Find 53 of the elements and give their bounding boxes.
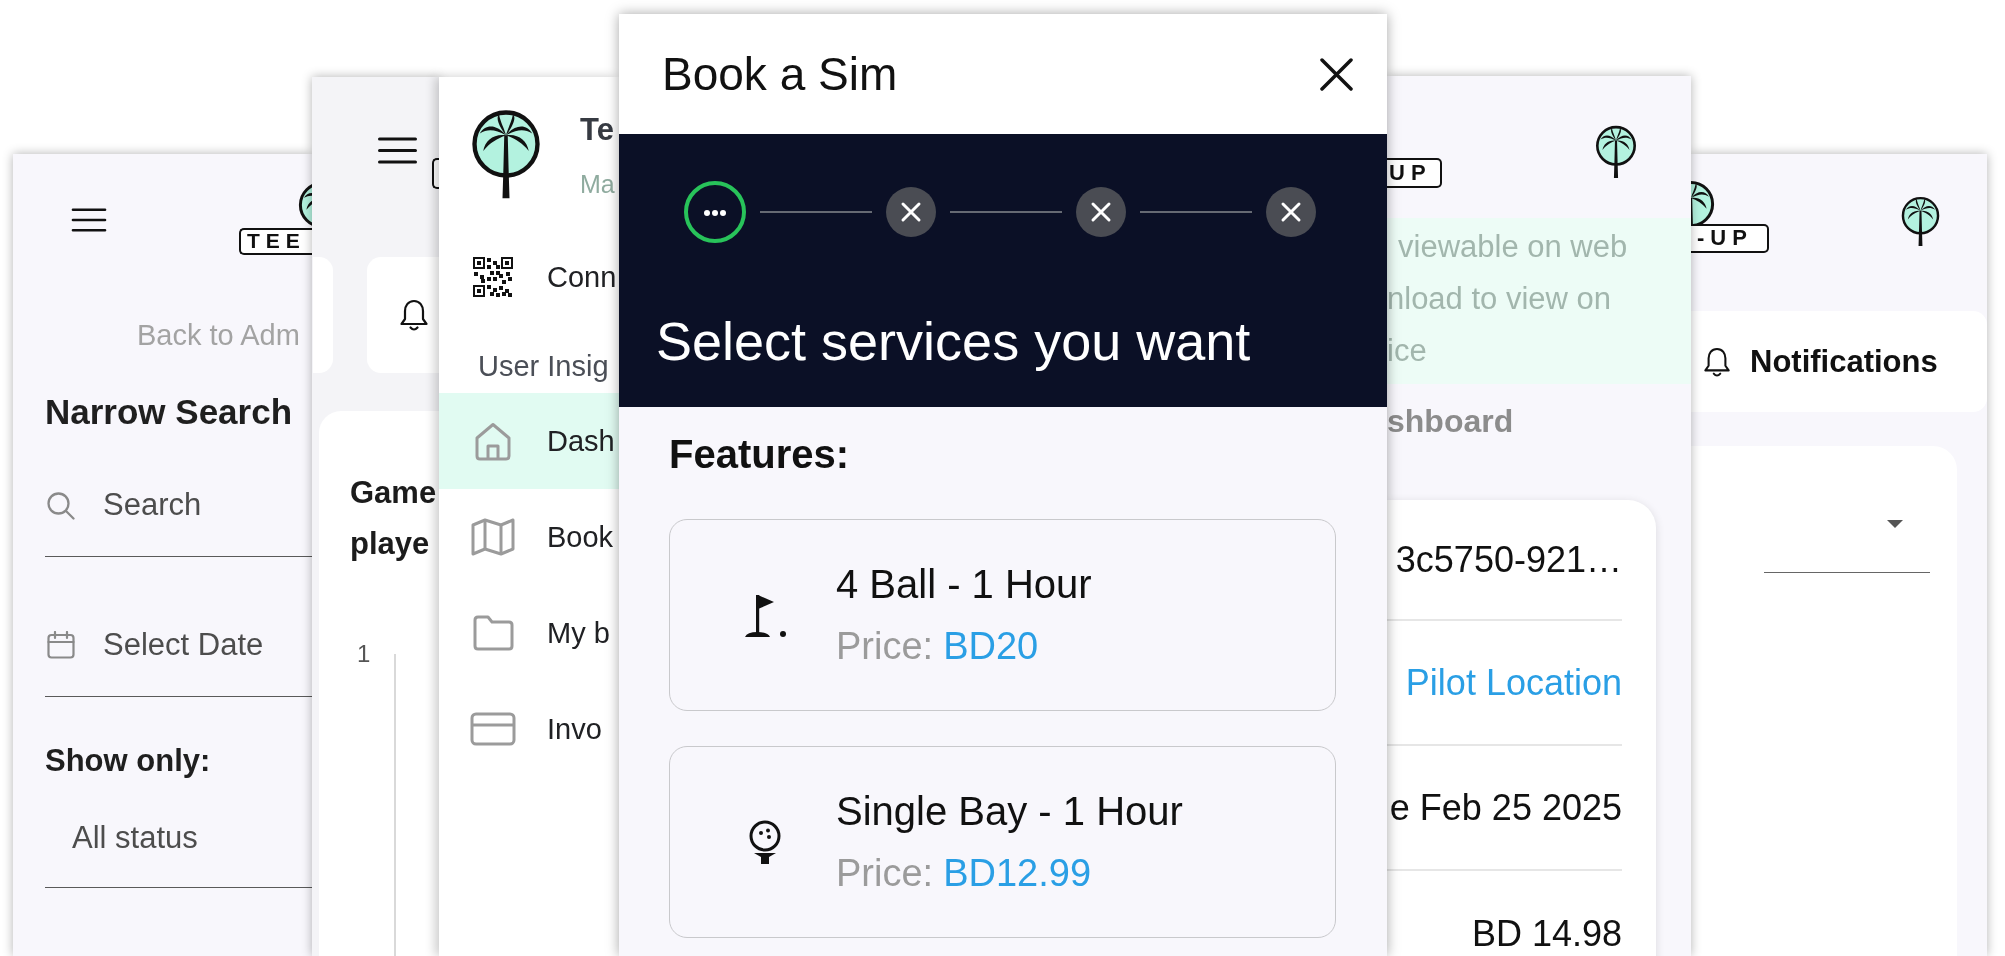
logo-text: TEE [239, 228, 312, 255]
folder-icon [471, 614, 515, 652]
golf-flag-icon [742, 592, 787, 638]
credit-card-icon [470, 712, 516, 746]
price-value: BD20 [943, 624, 1039, 669]
price-value: BD12.99 [943, 851, 1092, 896]
close-button[interactable] [1320, 57, 1353, 91]
nav-item[interactable]: Dash [439, 393, 619, 489]
map-icon [470, 517, 516, 557]
service-name: Single Bay - 1 Hour [836, 788, 1183, 835]
notice-text: viewable on web nload to view on ice [1387, 228, 1629, 370]
detail-text: 3c5750-921… [1395, 538, 1622, 581]
service-card[interactable]: 4 Ball - 1 Hour Price: BD20 [669, 519, 1336, 711]
palm-tree-icon [471, 109, 541, 200]
nav-item[interactable]: Book [439, 489, 619, 585]
section-heading: Narrow Search [45, 391, 293, 433]
notifications-button[interactable] [367, 257, 439, 373]
qr-code-icon [473, 257, 513, 297]
page-title: shboard [1387, 402, 1514, 441]
palm-tree-icon [1901, 196, 1940, 247]
service-name: 4 Ball - 1 Hour [836, 561, 1092, 608]
caret-icon [1887, 519, 1903, 528]
service-card[interactable]: Single Bay - 1 Hour Price: BD12.99 [669, 746, 1336, 938]
golf-ball-icon [747, 819, 782, 865]
bell-icon [398, 298, 430, 332]
close-icon [1320, 57, 1353, 91]
section-label: Features: [669, 432, 850, 476]
axis-tick-label: 1 [357, 639, 371, 669]
palm-tree-icon [298, 181, 312, 228]
nav-item[interactable]: My b [439, 585, 619, 681]
price-label: Price: [836, 851, 934, 896]
bell-icon [1703, 345, 1731, 378]
detail-text: e Feb 25 2025 [1389, 786, 1622, 829]
palm-tree-icon [1595, 125, 1637, 179]
menu-icon[interactable] [378, 137, 417, 164]
chart-title: Game playe [350, 474, 437, 563]
notifications-button[interactable]: Notifications [1691, 311, 1987, 412]
menu-icon[interactable] [71, 208, 107, 232]
detail-text: BD 14.98 [1471, 912, 1622, 955]
app-title: Te [580, 111, 614, 149]
home-icon [473, 421, 513, 461]
filter-label: Show only: [45, 741, 211, 780]
nav-item[interactable]: Invo [439, 681, 619, 777]
calendar-icon [47, 631, 75, 660]
nav-section-title: User Insig [478, 349, 609, 384]
logo-text: UP [1387, 158, 1442, 188]
price-label: Price: [836, 624, 934, 669]
search-icon [46, 490, 75, 520]
app-subtitle: Ma [580, 169, 615, 200]
logo-text: -UP [1691, 224, 1769, 254]
step-heading: Select services you want [656, 310, 1251, 373]
nav-item[interactable]: Conn [439, 237, 619, 317]
dialog-title: Book a Sim [662, 47, 898, 101]
